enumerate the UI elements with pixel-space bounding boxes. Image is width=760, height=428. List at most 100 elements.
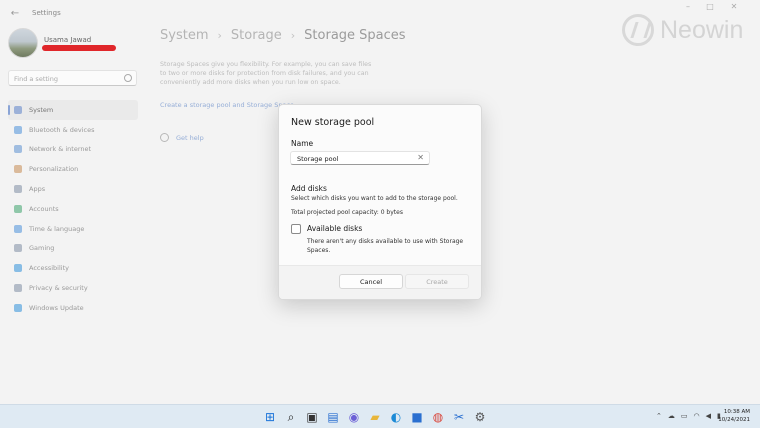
file-explorer-icon[interactable]: ▰ [367,409,383,425]
task-view-icon[interactable]: ▣ [304,409,320,425]
sidebar-item-label: Apps [29,185,46,194]
sidebar-item-accounts[interactable]: Accounts [8,199,138,219]
breadcrumb: System › Storage › Storage Spaces [160,28,406,43]
pool-name-input[interactable]: Storage pool ✕ [290,151,430,165]
breadcrumb-separator-icon: › [290,29,296,42]
sidebar-item-bluetooth-devices[interactable]: Bluetooth & devices [8,120,138,140]
snipping-icon-glyph: ✂ [453,410,465,424]
help-icon [160,133,169,142]
neowin-logo-icon [622,14,654,46]
sidebar-item-label: Privacy & security [29,284,88,293]
user-name: Usama Jawad [44,36,92,44]
wifi-icon [14,145,22,154]
sidebar-item-personalization[interactable]: Personalization [8,159,138,179]
sidebar-item-windows-update[interactable]: Windows Update [8,298,138,318]
system-tray: ⌃ ☁ ▭ ◠ ◀ ▮ [656,412,721,420]
chat-icon[interactable]: ◉ [346,409,362,425]
chat-icon-glyph: ◉ [348,410,360,424]
neowin-wordmark: Neowin [660,15,744,44]
person-icon [14,204,22,213]
new-storage-pool-dialog: New storage pool Name Storage pool ✕ Add… [278,104,482,300]
breadcrumb-storage[interactable]: Storage [231,28,282,43]
wifi-icon[interactable]: ◠ [694,412,700,420]
search-icon [124,74,132,82]
sidebar-item-label: Personalization [29,165,79,174]
sidebar-item-system[interactable]: System [8,100,138,120]
apps-icon [14,185,22,194]
projected-capacity: Total projected pool capacity: 0 bytes [291,209,403,216]
redaction-bar [42,45,116,51]
search-input[interactable]: Find a setting [8,70,137,86]
sidebar-item-label: Accessibility [29,264,69,273]
file-explorer-icon-glyph: ▰ [370,410,380,424]
widgets-icon[interactable]: ▤ [325,409,341,425]
sidebar-item-label: Bluetooth & devices [29,125,95,134]
clock-date: 10/24/2021 [718,417,750,423]
sidebar-item-label: Accounts [29,204,59,213]
start-icon-glyph: ⊞ [264,410,276,424]
user-profile[interactable] [8,28,38,58]
sidebar-item-gaming[interactable]: Gaming [8,239,138,259]
add-disks-label: Add disks [291,184,327,193]
snipping-icon[interactable]: ✂ [451,409,467,425]
neowin-watermark: Neowin [622,14,743,46]
taskbar: ⊞ ⌕ ▣ ▤ ◉ ▰ ◐ ■ ◍ ✂ ⚙ ⌃ ☁ ▭ ◠ ◀ ▮ 10:38 AM 10/24/2021 [0,404,760,428]
sidebar-item-label: System [29,105,54,114]
back-arrow-icon[interactable]: ← [4,8,26,19]
display-icon[interactable]: ▭ [681,412,688,420]
brush-icon [14,165,22,174]
dialog-footer: Cancel Create [279,265,481,299]
clear-icon[interactable]: ✕ [417,153,424,162]
shield-icon [14,284,22,293]
update-icon [14,303,22,312]
avatar[interactable] [8,28,38,58]
available-disks-label[interactable]: Available disks [307,224,362,233]
widgets-icon-glyph: ▤ [327,410,339,424]
sidebar-nav: System Bluetooth & devices Network & inter… [8,100,138,318]
sidebar-item-privacy-security[interactable]: Privacy & security [8,278,138,298]
search-placeholder: Find a setting [14,75,58,83]
start-icon[interactable]: ⊞ [262,409,278,425]
breadcrumb-system[interactable]: System [160,28,208,43]
accessibility-icon [14,264,22,273]
onedrive-icon[interactable]: ☁ [668,412,675,420]
no-disks-message: There aren't any disks available to use … [307,238,464,254]
clock[interactable]: 10:38 AM 10/24/2021 [718,408,750,424]
name-label: Name [291,139,314,148]
sidebar-item-accessibility[interactable]: Accessibility [8,258,138,278]
create-button[interactable]: Create [405,274,469,289]
minimize-button[interactable]: – [678,2,698,11]
clock-time: 10:38 AM [723,409,750,415]
settings-icon[interactable]: ⚙ [472,409,488,425]
settings-icon-glyph: ⚙ [474,410,486,424]
show-hidden-icons-icon[interactable]: ⌃ [656,412,662,420]
volume-icon[interactable]: ◀ [706,412,711,420]
available-disks-checkbox[interactable] [291,224,301,234]
sidebar-item-time-language[interactable]: Time & language [8,219,138,239]
maximize-button[interactable]: □ [700,2,720,11]
get-help-link[interactable]: Get help [160,133,204,142]
sidebar-item-label: Time & language [29,224,85,233]
sidebar-item-label: Windows Update [29,303,84,312]
taskbar-apps: ⊞ ⌕ ▣ ▤ ◉ ▰ ◐ ■ ◍ ✂ ⚙ [262,409,488,425]
gamepad-icon [14,244,22,253]
storage-spaces-description: Storage Spaces give you flexibility. For… [160,61,372,86]
search-icon-glyph: ⌕ [287,409,295,424]
monitor-icon [14,105,22,114]
sidebar-item-network-internet[interactable]: Network & internet [8,140,138,160]
chrome-icon[interactable]: ◍ [430,409,446,425]
task-view-icon-glyph: ▣ [306,410,318,424]
page-title: Storage Spaces [304,28,406,43]
create-pool-link[interactable]: Create a storage pool and Storage Space [160,101,294,109]
store-icon[interactable]: ■ [409,409,425,425]
edge-icon[interactable]: ◐ [388,409,404,425]
search-icon[interactable]: ⌕ [283,409,299,425]
cancel-button[interactable]: Cancel [339,274,403,289]
store-icon-glyph: ■ [411,410,423,424]
breadcrumb-separator-icon: › [217,29,222,42]
close-button[interactable]: ✕ [724,2,744,11]
sidebar-item-apps[interactable]: Apps [8,179,138,199]
app-title: Settings [32,9,61,17]
chrome-icon-glyph: ◍ [432,410,444,424]
sidebar-item-label: Gaming [29,244,55,253]
